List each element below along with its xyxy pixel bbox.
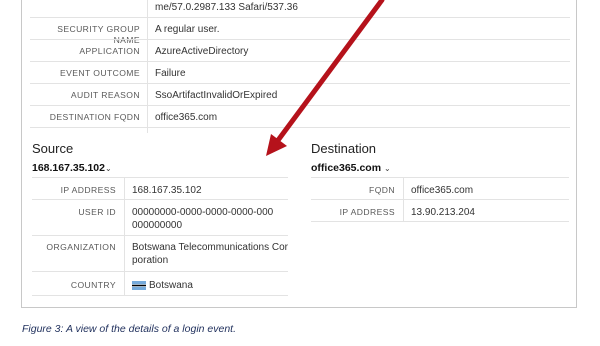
annotation-arrow-icon bbox=[266, 0, 385, 156]
figure-caption: Figure 3: A view of the details of a log… bbox=[22, 323, 237, 335]
